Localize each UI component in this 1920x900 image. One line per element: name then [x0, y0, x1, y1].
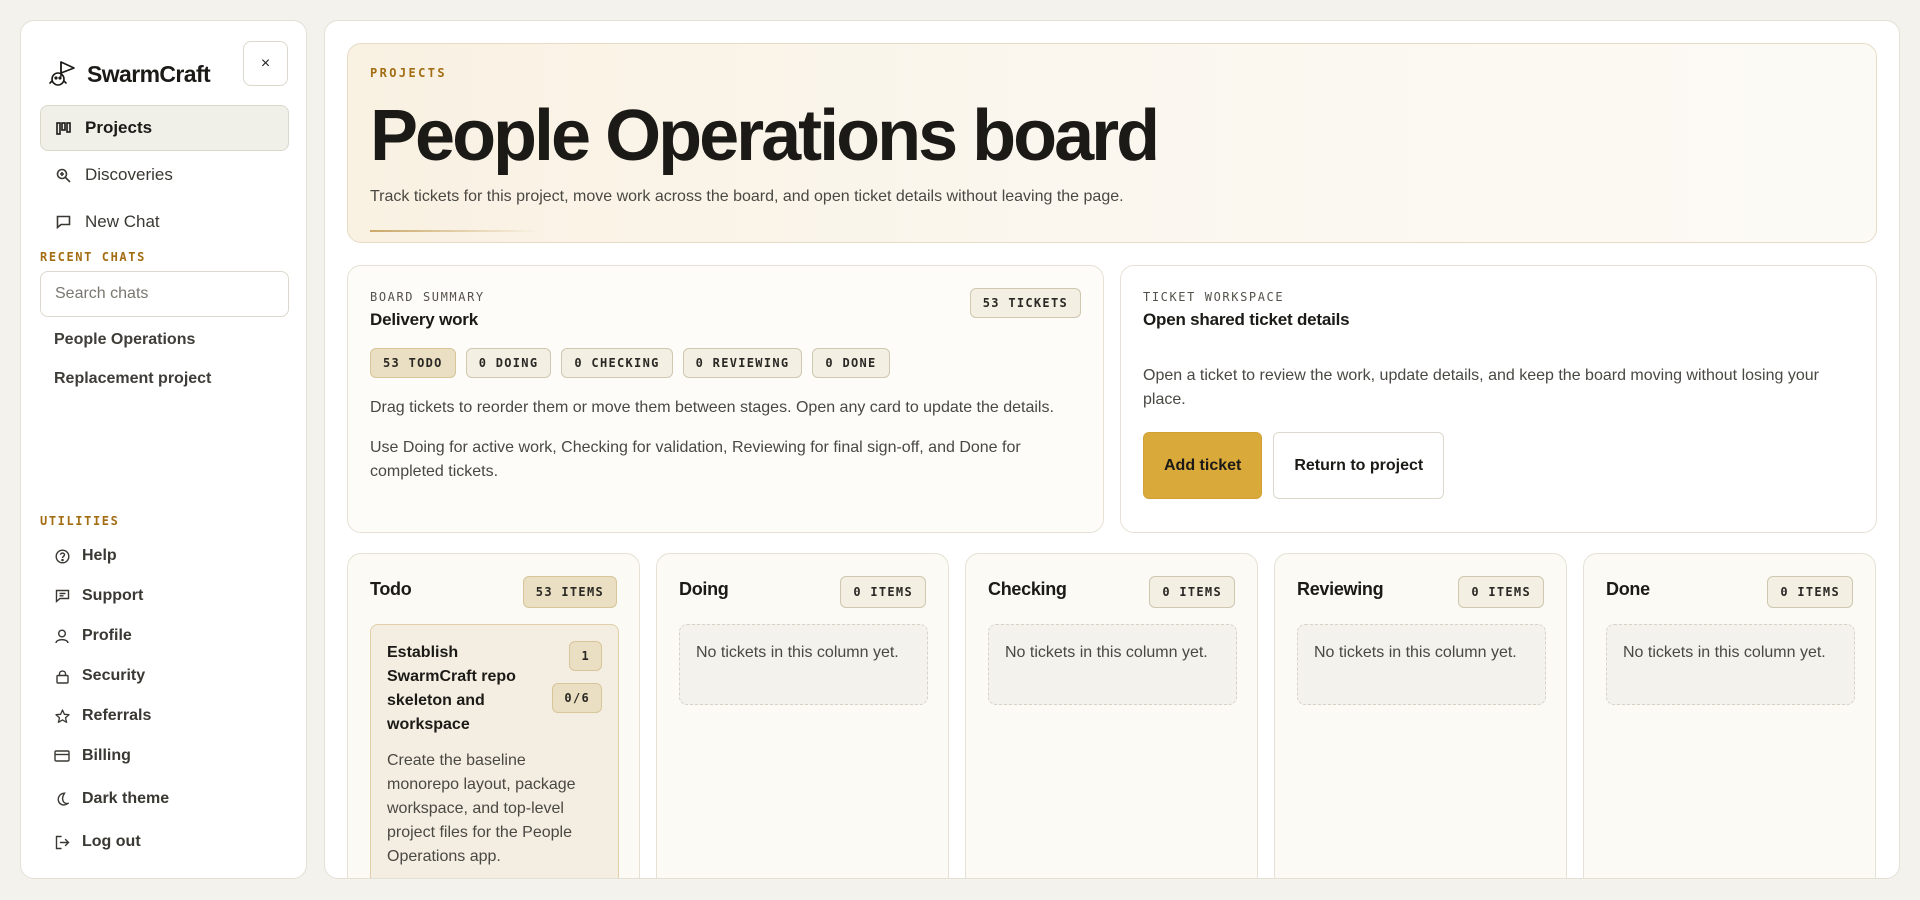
add-ticket-button[interactable]: Add ticket	[1143, 432, 1263, 499]
column-count-badge: 0 ITEMS	[1458, 576, 1544, 608]
stage-count-badge: 0 REVIEWING	[682, 348, 803, 378]
util-item-billing[interactable]: Billing	[40, 736, 289, 776]
ticket-title: Establish SwarmCraft repo skeleton and w…	[387, 644, 516, 733]
column-doing: Doing 0 ITEMS No tickets in this column …	[656, 553, 949, 878]
column-todo: Todo 53 ITEMS Establish SwarmCraft repo …	[347, 553, 640, 878]
return-to-project-button[interactable]: Return to project	[1273, 432, 1445, 499]
column-title: Reviewing	[1297, 579, 1384, 599]
empty-column-message: No tickets in this column yet.	[988, 624, 1237, 705]
stage-count-badge: 0 DONE	[812, 348, 890, 378]
ticket-card[interactable]: Establish SwarmCraft repo skeleton and w…	[370, 624, 619, 878]
util-item-label: Profile	[82, 627, 132, 644]
column-count-badge: 0 ITEMS	[1149, 576, 1235, 608]
page-subtitle: Track tickets for this project, move wor…	[370, 188, 1124, 205]
workspace-eyebrow: TICKET WORKSPACE	[1143, 290, 1285, 304]
ticket-workspace-card: TICKET WORKSPACE Open shared ticket deta…	[1120, 265, 1877, 533]
empty-column-message: No tickets in this column yet.	[1297, 624, 1546, 705]
nav-item-label: New Chat	[85, 212, 160, 231]
util-item-label: Log out	[82, 833, 141, 850]
recent-chat-item[interactable]: People Operations	[54, 329, 211, 368]
workspace-title: Open shared ticket details	[1143, 310, 1350, 329]
profile-icon	[54, 628, 70, 644]
column-title: Checking	[988, 579, 1067, 599]
nav-item-new-chat[interactable]: New Chat	[40, 199, 289, 245]
util-item-referrals[interactable]: Referrals	[40, 696, 289, 736]
stage-count-badge: 0 CHECKING	[561, 348, 673, 378]
util-item-dark-theme[interactable]: Dark theme	[40, 779, 289, 819]
util-item-profile[interactable]: Profile	[40, 616, 289, 656]
column-done: Done 0 ITEMS No tickets in this column y…	[1583, 553, 1876, 878]
main-nav: Projects Discoveries New Chat	[40, 105, 289, 246]
workspace-text: Open a ticket to review the work, update…	[1143, 367, 1819, 408]
chat-icon	[55, 214, 71, 230]
search-zoom-icon	[55, 167, 71, 183]
nav-item-label: Discoveries	[85, 165, 173, 184]
column-title: Doing	[679, 579, 729, 599]
util-item-label: Referrals	[82, 707, 152, 724]
lock-icon	[54, 668, 70, 684]
stage-count-badge: 0 DOING	[465, 348, 552, 378]
empty-column-message: No tickets in this column yet.	[679, 624, 928, 705]
workspace-actions: Add ticket Return to project	[1143, 432, 1854, 499]
main-panel: PROJECTS People Operations board Track t…	[324, 20, 1900, 879]
recent-chats-list: People Operations Replacement project	[54, 329, 211, 407]
empty-column-message: No tickets in this column yet.	[1606, 624, 1855, 705]
stage-counts: 53 TODO 0 DOING 0 CHECKING 0 REVIEWING 0…	[370, 348, 1081, 378]
column-title: Todo	[370, 579, 412, 599]
tickets-count-badge: 53 TICKETS	[969, 288, 1081, 318]
logout-icon	[54, 834, 70, 850]
close-sidebar-button[interactable]: ×	[243, 41, 288, 86]
summary-text: Use Doing for active work, Checking for …	[370, 439, 1021, 480]
recent-chat-item[interactable]: Replacement project	[54, 368, 211, 407]
column-reviewing: Reviewing 0 ITEMS No tickets in this col…	[1274, 553, 1567, 878]
column-count-badge: 53 ITEMS	[522, 576, 617, 608]
ticket-progress-badge: 0/6	[552, 683, 602, 713]
hero-panel: PROJECTS People Operations board Track t…	[347, 43, 1877, 243]
close-icon: ×	[260, 54, 271, 72]
swarmcraft-logo-icon	[47, 59, 77, 89]
column-count-badge: 0 ITEMS	[840, 576, 926, 608]
brand-name: SwarmCraft	[87, 60, 211, 87]
star-icon	[54, 708, 70, 724]
help-icon	[54, 548, 70, 564]
summary-text: Drag tickets to reorder them or move the…	[370, 399, 1054, 416]
nav-item-projects[interactable]: Projects	[40, 105, 289, 151]
sidebar: SwarmCraft × Projects Discoveries New Ch…	[20, 20, 307, 879]
util-item-support[interactable]: Support	[40, 576, 289, 616]
nav-item-discoveries[interactable]: Discoveries	[40, 152, 289, 198]
page-title: People Operations board	[370, 96, 1160, 176]
ticket-number-badge: 1	[569, 641, 602, 671]
util-item-label: Billing	[82, 747, 131, 764]
recent-chats-label: RECENT CHATS	[40, 250, 146, 264]
ticket-description: Create the baseline monorepo layout, pac…	[387, 752, 576, 865]
board-summary-card: BOARD SUMMARY Delivery work 53 TICKETS 5…	[347, 265, 1104, 533]
util-item-label: Support	[82, 587, 144, 604]
util-item-log-out[interactable]: Log out	[40, 822, 289, 862]
support-icon	[54, 588, 70, 604]
hero-eyebrow: PROJECTS	[370, 66, 447, 80]
utilities-label: UTILITIES	[40, 514, 120, 528]
column-count-badge: 0 ITEMS	[1767, 576, 1853, 608]
util-item-label: Dark theme	[82, 790, 170, 807]
brand[interactable]: SwarmCraft	[47, 59, 211, 89]
column-title: Done	[1606, 579, 1650, 599]
column-checking: Checking 0 ITEMS No tickets in this colu…	[965, 553, 1258, 878]
util-item-label: Security	[82, 667, 146, 684]
utilities-list: Help Support Profile Security Referrals	[40, 536, 289, 862]
ticket-badges: 1 0/6	[552, 641, 602, 713]
util-item-label: Help	[82, 547, 117, 564]
search-chats-input[interactable]	[40, 271, 289, 317]
nav-item-label: Projects	[85, 118, 153, 137]
moon-icon	[54, 791, 70, 807]
card-icon	[54, 748, 70, 764]
stage-count-badge: 53 TODO	[370, 348, 456, 378]
util-item-security[interactable]: Security	[40, 656, 289, 696]
board-icon	[55, 120, 71, 136]
hero-divider	[370, 230, 540, 232]
util-item-help[interactable]: Help	[40, 536, 289, 576]
